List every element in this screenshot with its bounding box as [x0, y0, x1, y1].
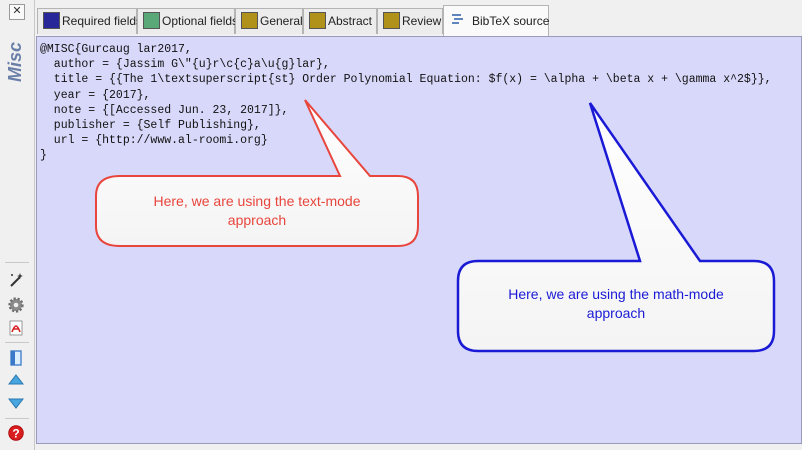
- math-mode-callout-line: Here, we are using the math-mode: [508, 286, 724, 302]
- help-icon[interactable]: ?: [8, 425, 24, 441]
- math-mode-callout-text: Here, we are using the math-mode approac…: [460, 285, 772, 323]
- arrow-up-icon[interactable]: [8, 372, 24, 388]
- sidebar-divider: [5, 262, 29, 263]
- math-mode-callout-line: approach: [586, 305, 646, 321]
- tab-review[interactable]: Review: [377, 8, 443, 34]
- sidebar-divider: [5, 418, 29, 419]
- close-icon: ✕: [12, 5, 22, 17]
- text-mode-callout-text: Here, we are using the text-mode approac…: [98, 192, 416, 230]
- pdf-icon[interactable]: [8, 320, 24, 336]
- tab-optional-fields[interactable]: Optional fields: [137, 8, 239, 34]
- sidebar-divider: [5, 342, 29, 343]
- entry-type-label: Misc: [3, 30, 31, 90]
- required-fields-swatch-icon: [43, 12, 60, 29]
- text-mode-callout-line: approach: [227, 212, 287, 228]
- magic-wand-icon[interactable]: [8, 272, 24, 288]
- close-entry-button[interactable]: ✕: [9, 4, 25, 20]
- arrow-down-icon[interactable]: [8, 395, 24, 411]
- tab-label: General: [260, 14, 303, 28]
- tab-general[interactable]: General: [235, 8, 303, 34]
- svg-text:?: ?: [12, 426, 19, 440]
- tab-bibtex-source[interactable]: BibTeX source: [443, 5, 549, 37]
- tab-required-fields[interactable]: Required fields: [37, 8, 142, 34]
- review-swatch-icon: [383, 12, 400, 29]
- general-swatch-icon: [241, 12, 258, 29]
- tab-label: Review: [402, 14, 442, 28]
- source-icon: [452, 14, 463, 24]
- tab-label: Abstract: [328, 14, 373, 28]
- bibtex-source-text[interactable]: @MISC{Gurcaug lar2017, author = {Jassim …: [40, 42, 772, 164]
- tab-label: Optional fields: [162, 14, 239, 28]
- optional-fields-swatch-icon: [143, 12, 160, 29]
- tab-label: Required fields: [62, 14, 143, 28]
- editor-tab-bar: Required fields Optional fields General …: [35, 5, 802, 37]
- text-mode-callout-line: Here, we are using the text-mode: [153, 193, 361, 209]
- gear-icon[interactable]: [8, 297, 24, 313]
- tab-abstract[interactable]: Abstract: [303, 8, 377, 34]
- entry-type-text: Misc: [5, 41, 25, 82]
- entry-editor-sidebar: ✕ Misc ?: [0, 0, 35, 450]
- bibtex-source-editor[interactable]: @MISC{Gurcaug lar2017, author = {Jassim …: [36, 36, 802, 444]
- abstract-swatch-icon: [309, 12, 326, 29]
- document-icon[interactable]: [8, 350, 24, 366]
- tab-label: BibTeX source: [472, 14, 550, 28]
